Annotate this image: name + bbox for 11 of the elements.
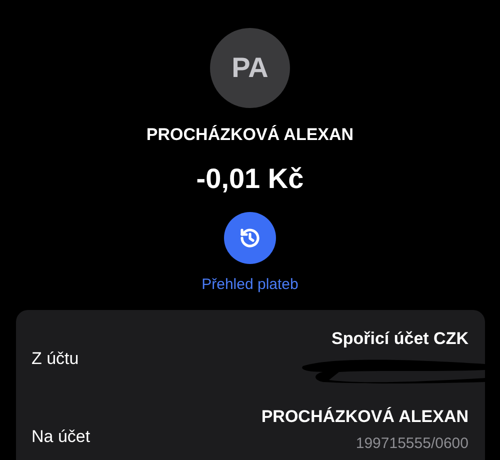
avatar: PA: [210, 28, 290, 108]
detail-label: Na účet: [32, 426, 90, 448]
amount: -0,01 Kč: [196, 162, 304, 196]
detail-value: PROCHÁZKOVÁ ALEXAN: [261, 406, 468, 428]
detail-value: Spořicí účet CZK: [332, 328, 468, 350]
payment-history-link[interactable]: Přehled plateb: [202, 274, 298, 296]
detail-label: Z účtu: [32, 348, 79, 370]
account-number: 199715555/0600: [356, 434, 468, 454]
payee-name: PROCHÁZKOVÁ ALEXAN: [146, 124, 354, 146]
history-button[interactable]: [224, 212, 276, 264]
history-icon: [238, 226, 262, 250]
